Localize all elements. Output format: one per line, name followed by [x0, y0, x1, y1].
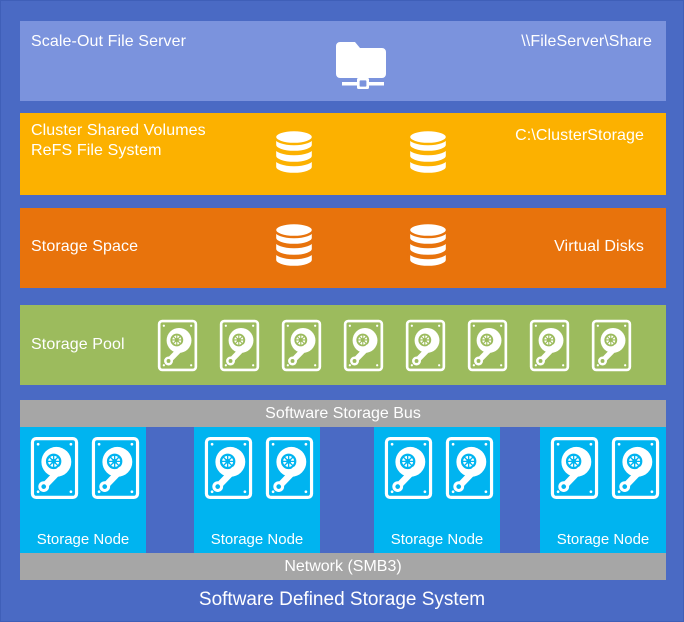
storage-pool-label: Storage Pool — [31, 336, 125, 353]
network-label: Network (SMB3) — [284, 557, 402, 575]
storage-node-label: Storage Node — [210, 531, 304, 548]
storage-node: Storage Node — [540, 427, 666, 553]
hard-disk-icon — [591, 319, 632, 372]
hard-disk-icon — [281, 319, 322, 372]
hard-disk-icon — [405, 319, 446, 372]
file-server-share-path-label: \\FileServer\Share — [521, 33, 652, 50]
scale-out-file-server-label: Scale-Out File Server — [31, 33, 187, 50]
hard-disk-icon — [384, 436, 433, 500]
hard-disk-icon — [611, 436, 660, 500]
storage-node-label: Storage Node — [36, 531, 130, 548]
cluster-shared-volumes-label: Cluster Shared Volumes ReFS File System — [31, 122, 206, 159]
storage-space-label: Storage Space — [31, 238, 139, 255]
database-cylinder-icon — [273, 129, 315, 181]
storage-node-label: Storage Node — [390, 531, 484, 548]
storage-node: Storage Node — [374, 427, 500, 553]
hard-disk-icon — [91, 436, 140, 500]
database-cylinder-icon — [407, 222, 449, 274]
storage-node: Storage Node — [194, 427, 320, 553]
virtual-disks-label: Virtual Disks — [554, 238, 644, 255]
layer-cluster-shared-volumes: Cluster Shared Volumes ReFS File System … — [20, 113, 666, 195]
layer-scale-out-file-server: Scale-Out File Server \\FileServer\Share — [20, 21, 666, 101]
hard-disk-icon — [157, 319, 198, 372]
storage-node-disk-group — [550, 436, 660, 500]
software-storage-bus-bar: Software Storage Bus — [20, 400, 666, 427]
hard-disk-icon — [219, 319, 260, 372]
storage-node-disk-group — [384, 436, 494, 500]
hard-disk-icon — [30, 436, 79, 500]
storage-node: Storage Node — [20, 427, 146, 553]
layer-storage-pool: Storage Pool — [20, 305, 666, 385]
hard-disk-icon — [445, 436, 494, 500]
hard-disk-icon — [204, 436, 253, 500]
diagram-title: Software Defined Storage System — [198, 589, 486, 610]
hard-disk-icon — [343, 319, 384, 372]
storage-pool-disk-group — [157, 319, 632, 372]
hard-disk-icon — [529, 319, 570, 372]
hard-disk-icon — [265, 436, 314, 500]
storage-node-disk-group — [30, 436, 140, 500]
storage-nodes-row: Storage Node Storage Node Storage Node S… — [20, 427, 666, 553]
database-cylinder-icon — [273, 222, 315, 274]
software-storage-bus-label: Software Storage Bus — [265, 404, 421, 422]
layer-storage-space: Storage Space Virtual Disks — [20, 208, 666, 288]
database-cylinder-icon — [407, 129, 449, 181]
storage-node-disk-group — [204, 436, 314, 500]
storage-node-label: Storage Node — [556, 531, 650, 548]
hard-disk-icon — [467, 319, 508, 372]
software-defined-storage-diagram: Scale-Out File Server \\FileServer\Share… — [0, 0, 684, 622]
shared-folder-icon — [336, 33, 390, 89]
network-bar: Network (SMB3) — [20, 553, 666, 580]
cluster-storage-path-label: C:\ClusterStorage — [515, 127, 644, 144]
hard-disk-icon — [550, 436, 599, 500]
